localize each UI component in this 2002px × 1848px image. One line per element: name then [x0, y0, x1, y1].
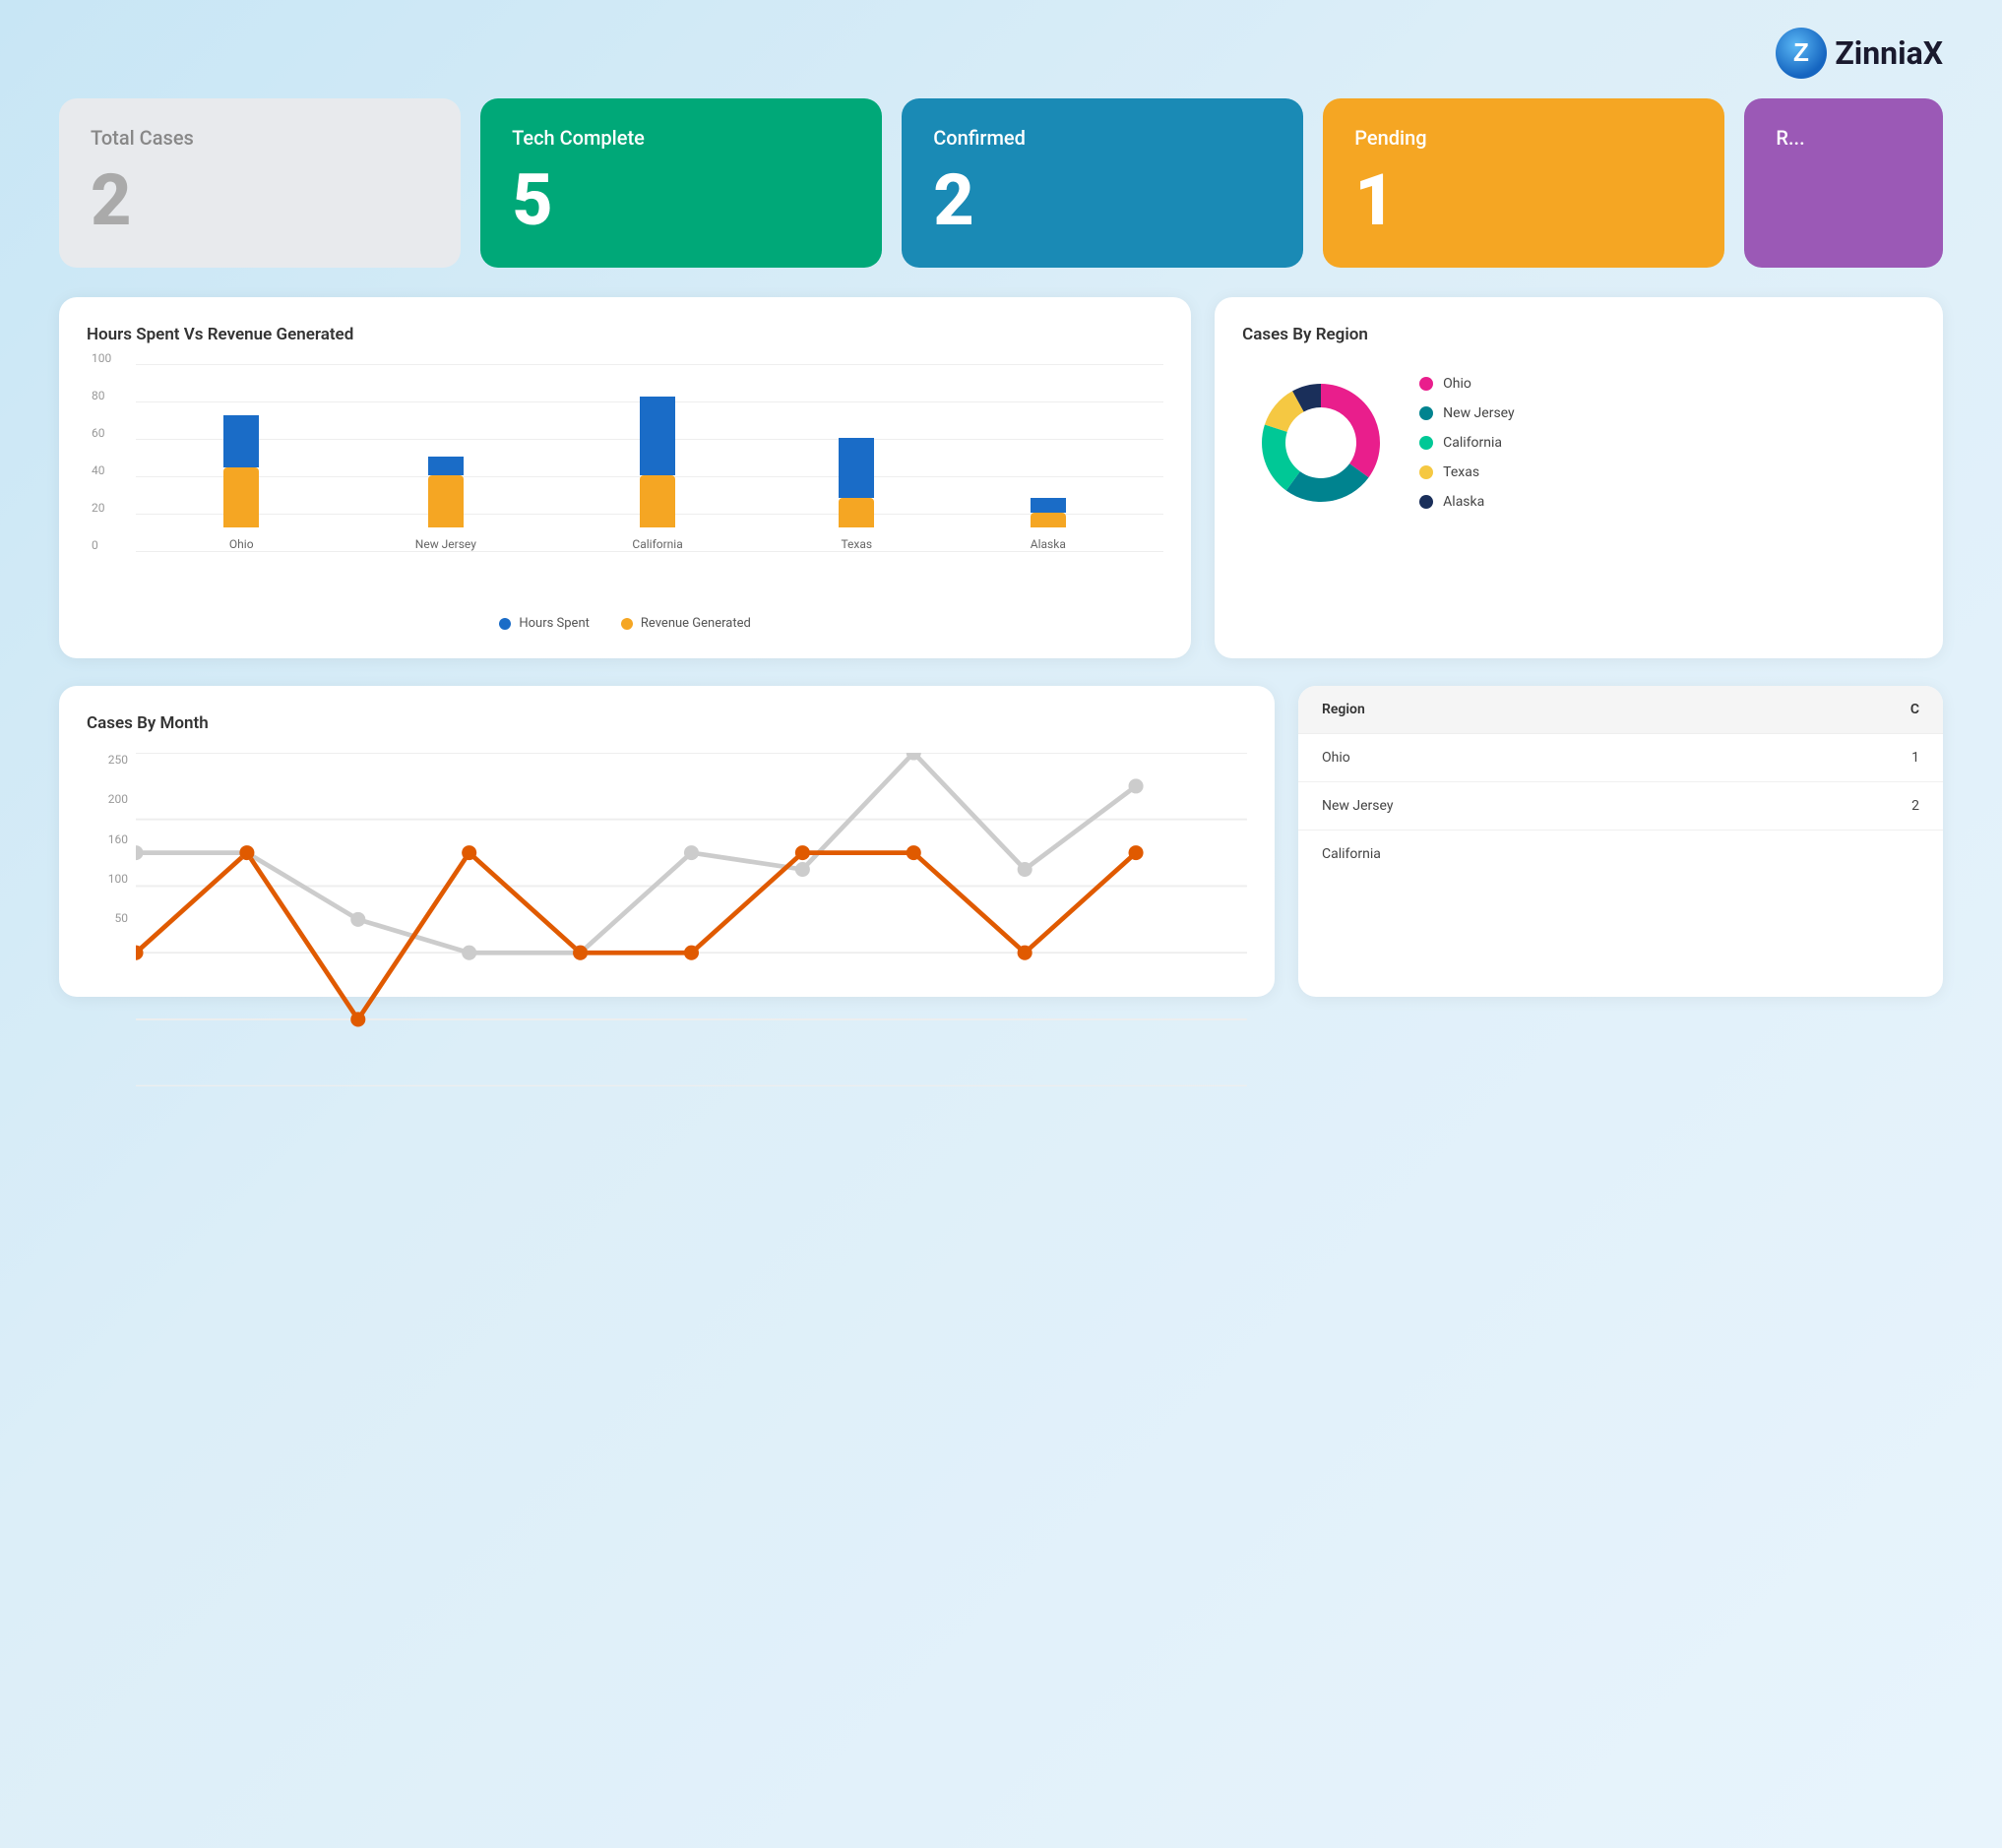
logo-text: ZinniaX: [1835, 34, 1943, 72]
bar-chart-legend: Hours Spent Revenue Generated: [87, 616, 1163, 631]
stat-card-resolved[interactable]: R...: [1744, 98, 1943, 268]
legend-revenue-dot: [621, 618, 633, 630]
bar-revenue: [640, 475, 675, 527]
donut-svg: [1242, 364, 1400, 522]
bar-group: Ohio: [223, 415, 259, 551]
main-content: Total Cases 2 Tech Complete 5 Confirmed …: [0, 98, 2002, 1036]
donut-legend-label: New Jersey: [1443, 405, 1514, 421]
line-chart-svg: [136, 753, 1247, 1086]
legend-revenue-label: Revenue Generated: [641, 616, 751, 631]
donut-legend: Ohio New Jersey California Texas Alaska: [1419, 376, 1514, 510]
donut-legend-item: Texas: [1419, 464, 1514, 480]
donut-legend-item: Ohio: [1419, 376, 1514, 392]
line-y-label-250: 250: [87, 753, 128, 767]
stat-card-tech[interactable]: Tech Complete 5: [480, 98, 882, 268]
legend-hours-dot: [499, 618, 511, 630]
line-chart-card: Cases By Month 250 200 160 100 50: [59, 686, 1275, 997]
line-y-labels: 250 200 160 100 50: [87, 753, 128, 930]
table-row: Ohio 1: [1298, 734, 1943, 782]
bar-label: Texas: [841, 537, 872, 551]
donut-chart-title: Cases By Region: [1242, 325, 1915, 344]
stat-tech-label: Tech Complete: [512, 126, 850, 150]
line-y-label-160: 160: [87, 832, 128, 846]
donut-legend-dot: [1419, 377, 1433, 391]
donut-legend-label: Texas: [1443, 464, 1479, 480]
logo-icon: Z: [1776, 28, 1827, 79]
donut-chart-card: Cases By Region Ohio New Jersey California…: [1215, 297, 1943, 658]
table-row-region-2: California: [1322, 846, 1621, 862]
stat-card-confirmed[interactable]: Confirmed 2: [902, 98, 1303, 268]
stat-total-label: Total Cases: [91, 126, 429, 150]
bar-group: New Jersey: [415, 457, 476, 551]
bar-revenue: [839, 498, 874, 527]
bar-chart-title: Hours Spent Vs Revenue Generated: [87, 325, 1163, 344]
bar-label: New Jersey: [415, 537, 476, 551]
table-row-count-2: [1621, 846, 1920, 862]
line-y-label-200: 200: [87, 792, 128, 806]
line-chart-area: 250 200 160 100 50: [87, 753, 1247, 969]
donut-legend-label: Alaska: [1443, 494, 1484, 510]
table-row: California: [1298, 831, 1943, 878]
donut-legend-dot: [1419, 436, 1433, 450]
stat-pending-value: 1: [1354, 165, 1693, 236]
donut-legend-dot: [1419, 406, 1433, 420]
table-card: Region C Ohio 1 New Jersey 2 California: [1298, 686, 1943, 997]
stat-pending-label: Pending: [1354, 126, 1693, 150]
stat-card-total[interactable]: Total Cases 2: [59, 98, 461, 268]
donut-legend-item: Alaska: [1419, 494, 1514, 510]
donut-area: Ohio New Jersey California Texas Alaska: [1242, 364, 1915, 522]
legend-revenue: Revenue Generated: [621, 616, 751, 631]
table-row-count-0: 1: [1621, 750, 1920, 766]
bar-group: Texas: [839, 438, 874, 551]
table-row-region-1: New Jersey: [1322, 798, 1621, 814]
bar-revenue: [428, 475, 464, 527]
bar-revenue: [223, 467, 259, 527]
bar-hours: [223, 415, 259, 467]
table-col-region-header: Region: [1322, 702, 1621, 717]
svg-text:Z: Z: [1793, 37, 1809, 67]
bars-container: Ohio New Jersey California Texas Alaska: [136, 364, 1154, 551]
bar-hours: [640, 397, 675, 475]
legend-hours: Hours Spent: [499, 616, 590, 631]
donut-legend-dot: [1419, 465, 1433, 479]
bar-group: Alaska: [1031, 498, 1066, 551]
bottom-row: Cases By Month 250 200 160 100 50: [59, 686, 1943, 997]
stat-card-pending[interactable]: Pending 1: [1323, 98, 1724, 268]
stats-row: Total Cases 2 Tech Complete 5 Confirmed …: [59, 98, 1943, 268]
bar-group: California: [632, 397, 682, 551]
stat-tech-value: 5: [512, 165, 850, 236]
bar-label: Ohio: [229, 537, 254, 551]
donut-legend-label: Ohio: [1443, 376, 1471, 392]
stat-confirmed-value: 2: [933, 165, 1272, 236]
bar-chart-area: 100 80 60 40 20 0 OhioNew JerseyCaliforn…: [87, 364, 1163, 600]
logo: Z ZinniaX: [1776, 28, 1943, 79]
legend-hours-label: Hours Spent: [519, 616, 590, 631]
table-col-count-header: C: [1621, 702, 1920, 717]
bar-revenue: [1031, 513, 1066, 527]
stat-resolved-label: R...: [1776, 126, 1911, 150]
bar-hours: [839, 438, 874, 498]
bar-label: Alaska: [1031, 537, 1066, 551]
table-row-count-1: 2: [1621, 798, 1920, 814]
line-y-label-100: 100: [87, 872, 128, 886]
bar-hours: [428, 457, 464, 475]
bar-label: California: [632, 537, 682, 551]
stat-total-value: 2: [91, 165, 429, 236]
bar-chart-card: Hours Spent Vs Revenue Generated 100 80 …: [59, 297, 1191, 658]
table-row: New Jersey 2: [1298, 782, 1943, 831]
line-chart-title: Cases By Month: [87, 713, 1247, 733]
line-y-label-50: 50: [87, 911, 128, 925]
table-row-region-0: Ohio: [1322, 750, 1621, 766]
donut-legend-item: New Jersey: [1419, 405, 1514, 421]
bar-hours: [1031, 498, 1066, 513]
donut-legend-dot: [1419, 495, 1433, 509]
charts-row: Hours Spent Vs Revenue Generated 100 80 …: [59, 297, 1943, 658]
donut-legend-label: California: [1443, 435, 1502, 451]
donut-segment: [1286, 463, 1369, 502]
header: Z ZinniaX: [0, 0, 2002, 98]
donut-legend-item: California: [1419, 435, 1514, 451]
table-header-row: Region C: [1298, 686, 1943, 734]
stat-confirmed-label: Confirmed: [933, 126, 1272, 150]
donut-segment: [1321, 384, 1380, 477]
